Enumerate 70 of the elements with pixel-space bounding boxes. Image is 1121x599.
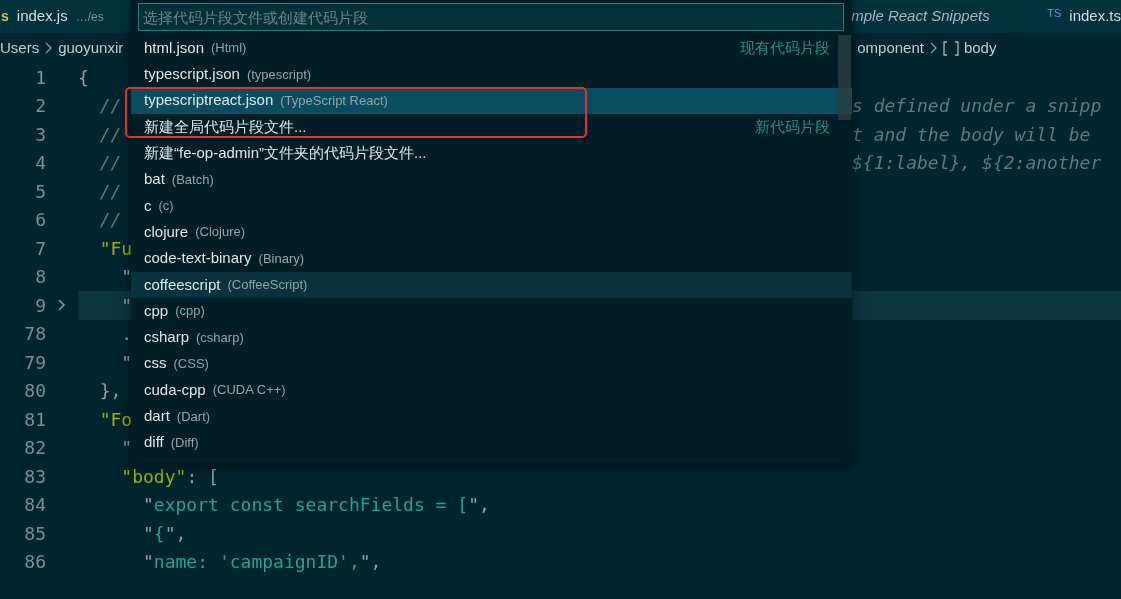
code-text: "name: 'campaignID',", (142, 551, 382, 573)
breadcrumb-item[interactable]: Users (0, 36, 40, 60)
snippet-list-item[interactable]: c (c) (131, 192, 852, 220)
code-text: }, (98, 380, 122, 402)
brackets-icon (942, 40, 959, 56)
line-number: 5 (34, 179, 46, 204)
line-number: 83 (23, 464, 46, 489)
snippet-list-item[interactable]: dart (Dart) (131, 403, 852, 430)
code-text: // (98, 152, 122, 174)
snippet-list-item[interactable]: cuda-cpp (CUDA C++) (131, 376, 852, 404)
code-text: // (98, 95, 122, 117)
chevron-icon[interactable] (58, 299, 66, 312)
snippet-list-item[interactable]: clojure (Clojure) (131, 219, 852, 246)
line-number: 81 (23, 407, 46, 432)
snippet-list-item[interactable]: bat (Batch) (131, 166, 852, 193)
snippet-list-item[interactable]: css (CSS) (131, 350, 852, 377)
code-text: "export const searchFields = [", (142, 494, 490, 516)
snippet-list-item[interactable]: 新建“fe-op-admin”文件夹的代码片段文件... (131, 140, 852, 167)
snippet-list-item[interactable]: typescript.json (typescript) (131, 61, 852, 88)
line-number: 6 (34, 208, 46, 233)
code-text: . (120, 323, 133, 345)
line-number: 80 (23, 379, 46, 404)
code-text: // (98, 180, 122, 202)
line-number: 82 (23, 436, 46, 461)
snippet-list-item[interactable]: cpp (cpp) (131, 297, 852, 325)
code-text: " (120, 294, 133, 316)
code-text: " (120, 351, 133, 373)
breadcrumb-item[interactable]: omponent (857, 36, 924, 60)
line-number: 3 (34, 122, 46, 147)
code-text: "Fu (98, 237, 133, 259)
line-number: 7 (34, 236, 46, 261)
snippet-list-item[interactable]: html.json (Html) 现有代码片段 (131, 35, 852, 62)
code-text: // (98, 209, 122, 231)
editor-tab[interactable]: mple React Snippets (849, 0, 1036, 33)
line-number: 84 (23, 493, 46, 518)
code-text: t and the body will be (852, 123, 1091, 145)
snippet-list-item[interactable]: code-text-binary (Binary) (131, 245, 852, 272)
code-text: ${1:label}, ${2:another (852, 152, 1102, 174)
snippet-list-item[interactable]: coffeescript (CoffeeScript) (131, 271, 852, 298)
line-number: 1 (34, 65, 46, 90)
code-text: "{", (142, 522, 187, 544)
line-number: 79 (23, 350, 46, 375)
chevron-icon (45, 42, 53, 54)
code-text: " (120, 437, 133, 459)
line-number: 8 (34, 265, 46, 290)
code-text: s defined under a snipp (852, 95, 1102, 117)
line-number: 2 (34, 94, 46, 119)
code-text: { (78, 66, 89, 88)
line-number: 4 (34, 151, 46, 176)
code-text: "body": [ (120, 465, 219, 487)
line-number: 85 (23, 521, 46, 546)
code-text: "Fo (98, 408, 133, 430)
scrollbar[interactable] (838, 35, 851, 120)
search-field[interactable]: 选择代码片段文件或创建代码片段 (138, 3, 844, 31)
editor-tab[interactable]: TS index.ts (1035, 0, 1121, 33)
snippet-list-item[interactable]: csharp (csharp) (131, 324, 852, 351)
line-number: 9 (34, 293, 46, 318)
file-type-icon: TS (1047, 5, 1062, 22)
file-type-icon: s (1, 6, 9, 27)
code-text: " (120, 266, 133, 288)
editor-tab[interactable]: s index.js …/es (0, 0, 129, 33)
line-number: 78 (23, 322, 46, 347)
breadcrumb-item[interactable]: guoyunxir (58, 36, 124, 60)
chevron-icon (929, 42, 937, 54)
snippet-list-item[interactable]: 新建全局代码片段文件... 新代码片段 (131, 113, 852, 141)
line-number: 86 (23, 550, 46, 575)
code-text: // (98, 123, 122, 145)
snippet-list-item[interactable]: typescriptreact.json (TypeScript React) (131, 87, 852, 114)
breadcrumb-item[interactable]: body (963, 36, 997, 60)
snippet-list-item[interactable]: diff (Diff) (131, 429, 852, 456)
